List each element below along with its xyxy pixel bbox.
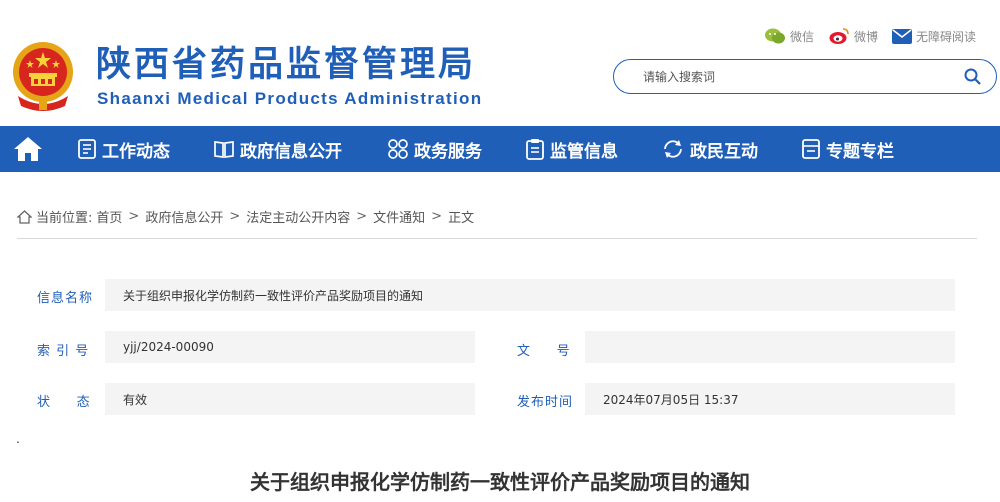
nav-item-label: 政民互动 (690, 141, 758, 162)
nav-item-label: 政府信息公开 (240, 141, 342, 162)
search-icon (964, 68, 981, 85)
folder-icon (802, 139, 820, 159)
weibo-icon (829, 28, 849, 44)
mail-icon (891, 28, 912, 44)
breadcrumb-divider (17, 238, 977, 239)
home-outline-icon (17, 209, 32, 224)
breadcrumb-separator: > (356, 209, 368, 224)
breadcrumb: 当前位置: 首页 > 政府信息公开 > 法定主动公开内容 > 文件通知 > 正文 (17, 207, 474, 226)
info-status-value: 有效 (105, 383, 475, 415)
nav-item-supervision[interactable]: 监管信息 (526, 126, 618, 172)
nav-item-label: 政务服务 (414, 141, 482, 162)
breadcrumb-prefix: 当前位置: (36, 211, 93, 226)
breadcrumb-separator: > (229, 209, 241, 224)
wechat-label: 微信 (789, 29, 814, 44)
info-doc-value (585, 331, 955, 363)
nav-item-work-news[interactable]: 工作动态 (78, 126, 170, 172)
search-input[interactable] (643, 69, 962, 84)
book-icon (214, 141, 234, 158)
nav-item-label: 工作动态 (102, 141, 170, 162)
wechat-icon (764, 28, 785, 44)
info-index-value: yjj/2024-00090 (105, 331, 475, 363)
breadcrumb-item-home[interactable]: 首页 (96, 207, 122, 226)
search-button[interactable] (962, 67, 982, 87)
breadcrumb-item-notices[interactable]: 文件通知 (373, 207, 425, 226)
info-status-label: 状 态 (37, 395, 91, 410)
site-subtitle: Shaanxi Medical Products Administration (97, 89, 483, 108)
accessibility-link[interactable]: 无障碍阅读 (891, 28, 976, 45)
nav-item-label: 监管信息 (550, 141, 618, 162)
nav-item-special-topics[interactable]: 专题专栏 (802, 126, 894, 172)
wechat-link[interactable]: 微信 (764, 27, 814, 45)
top-links: 微信 微博 无障碍阅读 (764, 27, 976, 45)
info-date-value: 2024年07月05日 15:37 (585, 383, 955, 415)
info-date-label: 发布时间 (517, 395, 574, 410)
national-emblem-icon (13, 42, 73, 111)
weibo-link[interactable]: 微博 (828, 27, 878, 45)
search-box (613, 59, 997, 94)
home-icon (14, 137, 42, 161)
nav-item-interaction[interactable]: 政民互动 (662, 126, 758, 172)
info-doc-label: 文 号 (517, 344, 571, 359)
info-name-value: 关于组织申报化学仿制药一致性评价产品奖励项目的通知 (105, 279, 955, 311)
breadcrumb-item-current: 正文 (448, 211, 475, 226)
nav-home[interactable] (0, 126, 56, 172)
document-list-icon (78, 139, 96, 159)
site-title: 陕西省药品监督管理局 (96, 45, 477, 85)
breadcrumb-item-gov-info[interactable]: 政府信息公开 (145, 207, 223, 226)
grid-circles-icon (388, 139, 408, 159)
stray-dot: . (16, 432, 20, 446)
accessibility-label: 无障碍阅读 (915, 29, 976, 44)
nav-item-gov-info[interactable]: 政府信息公开 (214, 126, 342, 172)
weibo-label: 微博 (853, 29, 878, 44)
info-name-label: 信息名称 (37, 291, 94, 306)
breadcrumb-separator: > (128, 209, 140, 224)
nav-item-gov-services[interactable]: 政务服务 (388, 126, 482, 172)
clipboard-icon (526, 139, 544, 160)
site-header: 陕西省药品监督管理局 Shaanxi Medical Products Admi… (0, 0, 1000, 126)
article-title: 关于组织申报化学仿制药一致性评价产品奖励项目的通知 (250, 470, 750, 494)
info-index-label: 索 引 号 (37, 344, 90, 359)
nav-item-label: 专题专栏 (826, 141, 894, 162)
breadcrumb-item-statutory[interactable]: 法定主动公开内容 (246, 207, 350, 226)
breadcrumb-separator: > (431, 209, 443, 224)
main-nav: 工作动态 政府信息公开 政务服务 监管信息 政民互动 专题专栏 (0, 126, 1000, 172)
interaction-icon (664, 140, 682, 158)
